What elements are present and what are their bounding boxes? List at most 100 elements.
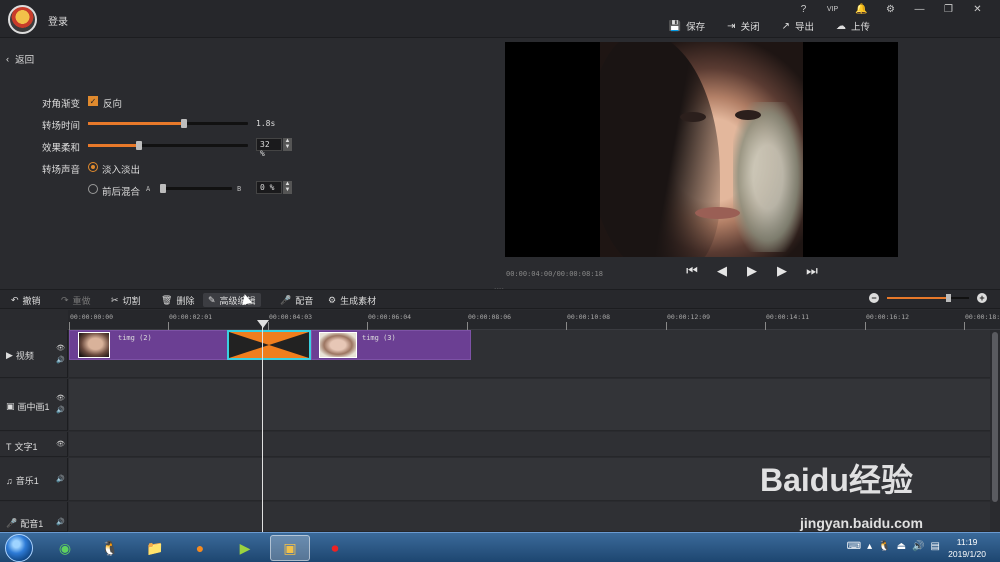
skip-end-icon[interactable]: ⏭ [804,263,820,279]
video-preview[interactable] [505,42,898,257]
speaker-icon[interactable]: 🔊 [56,518,65,526]
reverse-label: 反向 [103,99,123,110]
mix-slider[interactable] [160,184,232,193]
play-icon: ▶ [239,539,251,556]
close-label: 关闭 [740,22,760,33]
taskbar-app-editor[interactable]: ▣ [270,535,310,561]
playhead-handle[interactable] [257,320,269,328]
zoom-slider[interactable] [887,294,969,302]
mix-radio[interactable] [88,184,98,194]
redo-button[interactable]: ↷ 重做 [56,293,96,307]
close-button[interactable]: ⇥ 关闭 [727,19,760,34]
track-header-dub[interactable]: 🎤 配音1 🔊 [0,502,68,532]
transition-clip[interactable] [227,330,311,360]
close-icon: ⇥ [727,20,736,32]
next-frame-icon[interactable]: ▶ [774,263,790,279]
generate-material-button[interactable]: ⚙ 生成素材 [323,293,381,307]
close-window-icon[interactable]: ✕ [963,2,992,16]
undo-label: 撤销 [22,295,41,306]
speaker-icon[interactable]: 🔊 [56,475,65,483]
upload-button[interactable]: ☁ 上传 [835,19,870,34]
title-bar: 登录 ? VIP 🔔 ⚙ — ❐ ✕ 💾 保存 ⇥ 关闭 ↗ 导出 ☁ 上传 [0,0,1000,38]
taskbar-app-qq[interactable]: 🐧 [90,535,130,561]
export-button[interactable]: ↗ 导出 [782,19,814,34]
film-reel-icon: ⚙ [328,294,337,305]
delete-button[interactable]: 🗑 删除 [156,293,199,307]
tick-label: 00:00:18: [965,313,1000,321]
softness-input[interactable]: 32 % [256,138,282,158]
record-icon: ⏺ [331,539,339,556]
softness-thumb[interactable] [136,141,143,150]
taskbar-app-video[interactable]: ▶ [225,535,265,561]
softness-slider[interactable] [88,141,248,150]
zoom-in-icon[interactable]: + [977,293,987,303]
skip-start-icon[interactable]: ⏮ [684,263,700,279]
playhead-line[interactable] [262,320,263,532]
transition-time-slider[interactable] [88,119,248,128]
taskbar-app-360[interactable]: ◉ [45,535,85,561]
lane-text[interactable] [69,432,990,457]
transition-icon [229,332,309,358]
login-link[interactable]: 登录 [48,13,68,28]
usb-icon[interactable]: ⏏ [897,541,906,552]
track-header-video[interactable]: ▶ 视频 👁 🔊 [0,330,68,378]
fade-radio[interactable] [88,162,98,172]
clock-time: 11:19 [956,537,978,547]
zoom-out-icon[interactable]: − [869,293,879,303]
eye-icon[interactable]: 👁 [56,344,65,352]
qq-tray-icon[interactable]: 🐧 [878,541,890,552]
diagonal-label: 对角渐变 [41,99,80,110]
taskbar-app-recorder[interactable]: ⏺ [315,535,355,561]
gear-icon[interactable]: ⚙ [876,2,905,16]
clip-thumbnail [319,332,357,358]
speaker-icon[interactable]: 🔊 [56,406,65,414]
track-header-music[interactable]: ♫ 音乐1 🔊 [0,458,68,501]
prev-frame-icon[interactable]: ◀ [714,263,730,279]
dub-label: 配音 [295,295,314,306]
eye-icon[interactable]: 👁 [56,440,65,448]
clock[interactable]: 11:19 2019/1/20 [948,536,986,560]
mix-spinner[interactable]: ▲ ▼ [283,181,292,194]
chevron-up-icon[interactable]: ▴ [867,541,872,552]
app-logo [8,5,37,34]
save-button[interactable]: 💾 保存 [669,19,705,34]
network-icon[interactable]: ▤ [931,541,940,552]
timeline-scrollbar[interactable] [990,330,1000,532]
video-clip[interactable]: timg (3) [311,330,471,360]
pencil-icon: ✎ [208,294,216,305]
maximize-icon[interactable]: ❐ [934,2,963,16]
speaker-icon[interactable]: 🔊 [56,356,65,364]
cut-label: 切割 [122,295,141,306]
back-button[interactable]: ‹ 返回 [6,52,34,67]
upload-icon: ☁ [835,20,846,32]
mix-thumb[interactable] [160,184,166,193]
video-clip[interactable]: timg (2) [69,330,228,360]
cut-button[interactable]: ✂ 切割 [106,293,146,307]
help-icon[interactable]: ? [789,2,818,16]
play-icon[interactable]: ▶ [744,263,760,279]
transition-time-thumb[interactable] [181,119,187,128]
keyboard-icon[interactable]: ⌨ [847,541,861,552]
track-header-text[interactable]: T 文字1 👁 [0,432,68,457]
mix-input[interactable]: 0 % [256,181,282,194]
taskbar-app-explorer[interactable]: 📁 [135,535,175,561]
start-button[interactable] [5,534,33,562]
undo-button[interactable]: ↶ 撤销 [6,293,46,307]
zoom-thumb[interactable] [945,294,951,302]
upload-label: 上传 [850,22,870,33]
minimize-icon[interactable]: — [905,2,934,16]
eye-icon[interactable]: 👁 [56,394,65,402]
track-header-pip[interactable]: ▣ 画中画1 👁 🔊 [0,379,68,431]
reverse-checkbox[interactable]: ✓ [88,96,98,106]
delete-label: 删除 [176,295,195,306]
taskbar-app-firefox[interactable]: ● [180,535,220,561]
dub-button[interactable]: 🎤 配音 [275,293,318,307]
bell-icon[interactable]: 🔔 [847,2,876,16]
advanced-edit-button[interactable]: ✎ 高级编辑 [203,293,261,307]
softness-spinner[interactable]: ▲ ▼ [283,138,292,151]
lane-pip[interactable] [69,379,990,431]
scrollbar-thumb[interactable] [992,332,998,502]
timeline-ruler[interactable]: 00:00:00:00 00:00:02:01 00:00:04:03 00:0… [68,310,1000,330]
vip-icon[interactable]: VIP [818,2,847,16]
volume-icon[interactable]: 🔊 [912,541,924,552]
